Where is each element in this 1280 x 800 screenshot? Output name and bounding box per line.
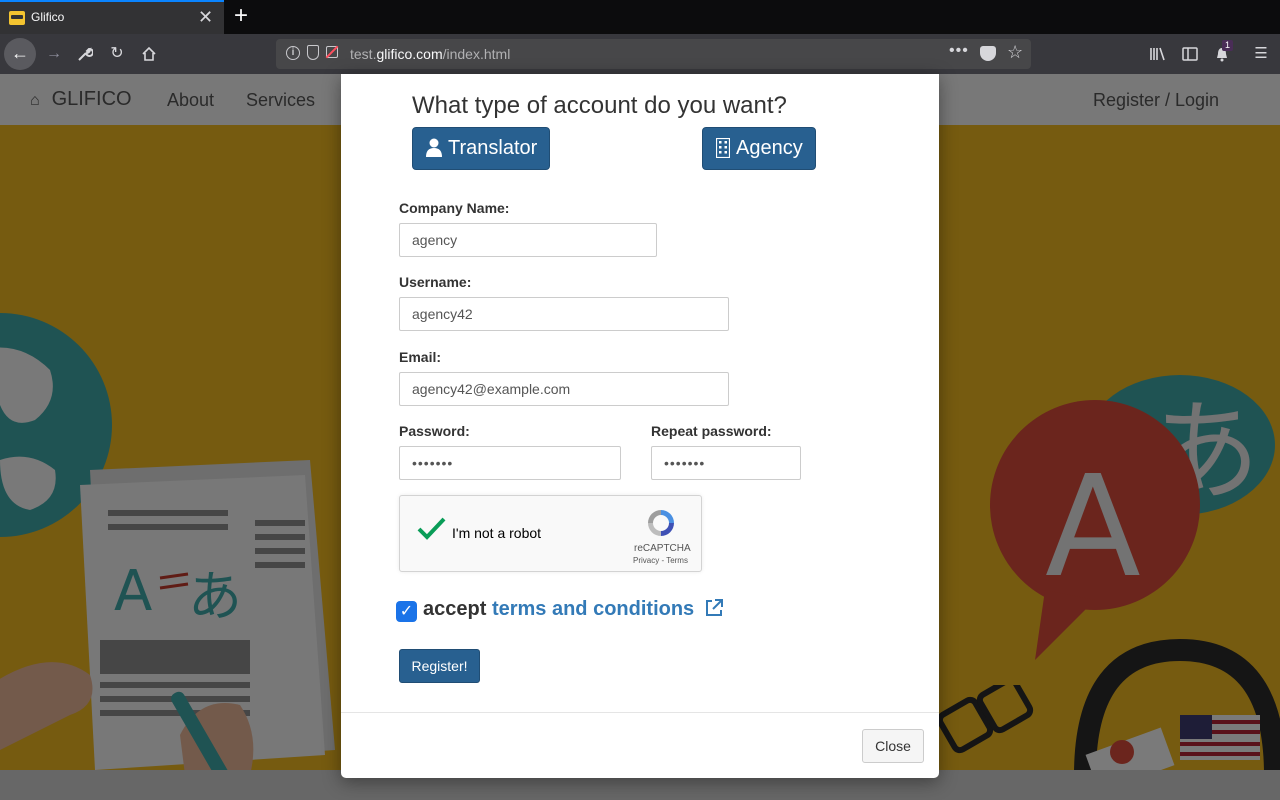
address-bar[interactable]: i test.glifico.com/index.html ••• ☆ <box>276 39 1031 69</box>
external-link-icon[interactable] <box>704 598 724 624</box>
url-text[interactable]: test.glifico.com/index.html <box>350 46 510 62</box>
info-icon[interactable]: i <box>286 46 300 60</box>
pocket-icon[interactable] <box>980 46 996 61</box>
sidebar-icon[interactable] <box>1179 43 1201 65</box>
close-button[interactable]: Close <box>862 729 924 763</box>
repeat-password-input[interactable]: ••••••• <box>651 446 801 480</box>
user-icon <box>426 128 442 173</box>
building-icon <box>715 128 731 173</box>
translator-button[interactable]: Translator <box>412 127 551 173</box>
company-name-label: Company Name: <box>399 200 510 216</box>
home-icon[interactable] <box>137 42 161 66</box>
email-label: Email: <box>399 349 442 365</box>
new-tab-button[interactable]: + <box>228 2 254 30</box>
captcha-checkmark-icon[interactable] <box>416 514 446 544</box>
modal-footer-divider <box>341 712 939 713</box>
password-input[interactable]: ••••••• <box>399 446 621 480</box>
recaptcha-widget[interactable]: I'm not a robot reCAPTCHA Privacy - Term… <box>399 495 702 572</box>
register-modal: What type of account do you want? Transl… <box>341 74 939 778</box>
site-favicon-icon <box>9 11 25 25</box>
accept-terms-checkbox[interactable]: ✓ <box>396 601 417 622</box>
browser-tab[interactable]: Glifico ✕ <box>0 0 224 34</box>
notification-badge: 1 <box>1222 40 1234 51</box>
library-icon[interactable] <box>1147 43 1169 65</box>
modal-heading: What type of account do you want? <box>412 92 787 119</box>
recaptcha-logo-icon <box>648 510 674 536</box>
reload-icon[interactable]: ↻ <box>105 42 129 66</box>
tab-title: Glifico <box>31 10 65 24</box>
email-input[interactable]: agency42@example.com <box>399 372 729 406</box>
agency-button[interactable]: Agency <box>702 127 816 170</box>
password-label: Password: <box>399 423 470 439</box>
tracking-shield-icon[interactable] <box>307 45 319 60</box>
browser-toolbar: ← → ↻ i test.glifico.com/index.html ••• … <box>0 34 1280 74</box>
browser-tab-bar: Glifico ✕ + <box>0 0 1280 34</box>
recaptcha-privacy-terms[interactable]: Privacy - Terms <box>633 556 688 565</box>
username-label: Username: <box>399 274 472 290</box>
insecure-lock-icon[interactable] <box>326 46 338 58</box>
register-button[interactable]: Register! <box>399 649 480 683</box>
menu-icon[interactable]: ☰ <box>1250 43 1272 65</box>
page-actions-icon[interactable]: ••• <box>949 42 969 60</box>
captcha-label: I'm not a robot <box>452 525 542 541</box>
accept-terms-text: accept terms and conditions <box>423 598 724 624</box>
forward-arrow-icon[interactable]: → <box>42 42 66 66</box>
wrench-icon[interactable] <box>73 42 97 66</box>
terms-link[interactable]: terms and conditions <box>492 598 694 620</box>
company-name-input[interactable]: agency <box>399 223 657 257</box>
repeat-password-label: Repeat password: <box>651 423 772 439</box>
back-arrow-icon[interactable]: ← <box>4 38 36 70</box>
username-input[interactable]: agency42 <box>399 297 729 331</box>
recaptcha-brand: reCAPTCHA <box>634 543 691 554</box>
close-tab-icon[interactable]: ✕ <box>198 7 213 27</box>
bookmark-star-icon[interactable]: ☆ <box>1007 42 1023 63</box>
